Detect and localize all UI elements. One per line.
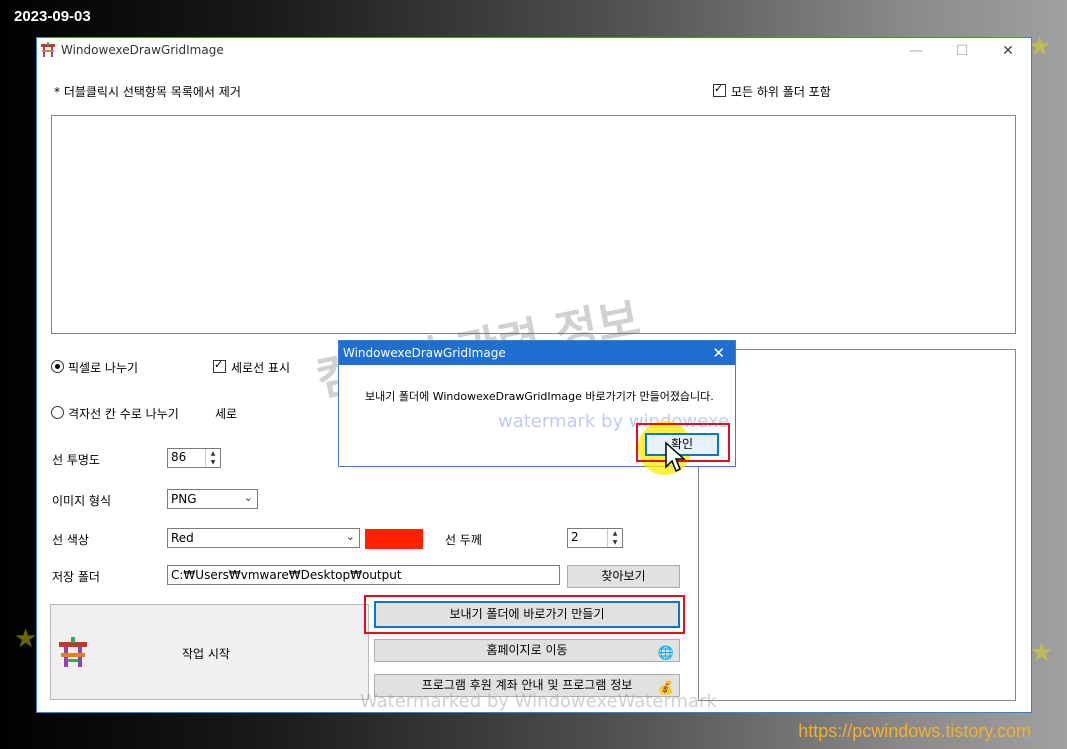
include-subfolders-label: 모든 하위 폴더 포함 — [731, 85, 831, 99]
dialog-title: WindowexeDrawGridImage — [343, 346, 506, 360]
watermark-bottom: Watermarked by WindowexeWatermark — [360, 691, 717, 712]
image-format-value: PNG — [171, 492, 197, 506]
stepper-down-icon[interactable]: ▼ — [206, 458, 220, 467]
save-folder-value: C:₩Users₩vmware₩Desktop₩output — [171, 568, 402, 582]
split-by-grid-radio[interactable] — [51, 406, 64, 419]
stepper-up-icon[interactable]: ▲ — [206, 449, 220, 458]
line-color-value: Red — [171, 531, 194, 545]
blog-url: https://pcwindows.tistory.com — [798, 721, 1031, 741]
line-width-value: 2 — [571, 530, 579, 544]
maximize-button[interactable]: ☐ — [939, 40, 985, 62]
split-by-pixel-label: 픽셀로 나누기 — [68, 361, 139, 375]
program-info-button-label: 프로그램 후원 계좌 안내 및 프로그램 정보 — [421, 678, 633, 692]
chevron-down-icon: ⌄ — [345, 530, 355, 543]
image-preview — [698, 349, 1016, 701]
line-opacity-label: 선 투명도 — [52, 453, 100, 467]
line-opacity-value: 86 — [171, 450, 187, 464]
show-vertical-lines-label: 세로선 표시 — [231, 361, 291, 375]
hint-text: * 더블클릭시 선택항목 목록에서 제거 — [54, 85, 241, 99]
image-format-select[interactable]: PNG ⌄ — [167, 489, 258, 509]
stepper-down-icon[interactable]: ▼ — [608, 538, 622, 547]
homepage-button[interactable]: 홈페이지로 이동 🌐 — [374, 639, 680, 662]
star-decoration: ★ — [14, 624, 38, 654]
vertical-label: 세로 — [215, 407, 238, 421]
save-folder-label: 저장 폴더 — [52, 570, 100, 584]
start-label: 작업 시작 — [182, 647, 230, 661]
star-decoration: ★ — [1030, 638, 1054, 668]
close-icon[interactable]: ✕ — [712, 344, 725, 362]
close-button[interactable]: ✕ — [985, 40, 1031, 62]
mouse-cursor-icon — [665, 441, 686, 473]
date-label: 2023-09-03 — [14, 8, 91, 25]
include-subfolders-checkbox[interactable] — [713, 82, 726, 97]
split-by-grid-label: 격자선 칸 수로 나누기 — [68, 407, 179, 421]
minimize-button[interactable]: — — [893, 40, 939, 62]
image-format-label: 이미지 형식 — [52, 494, 112, 508]
line-opacity-stepper[interactable]: 86 ▲ ▼ — [167, 448, 221, 468]
stepper-up-icon[interactable]: ▲ — [608, 529, 622, 538]
show-vertical-lines-checkbox[interactable] — [213, 358, 226, 373]
chevron-down-icon: ⌄ — [243, 491, 253, 504]
line-width-stepper[interactable]: 2 ▲ ▼ — [567, 528, 623, 548]
dialog-message: 보내기 폴더에 WindowexeDrawGridImage 바로가기가 만들어… — [365, 390, 714, 403]
line-width-label: 선 두께 — [445, 533, 482, 547]
split-by-pixel-radio[interactable] — [51, 360, 64, 373]
create-shortcut-button[interactable]: 보내기 폴더에 바로가기 만들기 — [374, 601, 680, 628]
line-color-select[interactable]: Red ⌄ — [167, 528, 360, 548]
save-folder-input[interactable]: C:₩Users₩vmware₩Desktop₩output — [167, 565, 560, 585]
browse-button[interactable]: 찾아보기 — [567, 565, 680, 588]
window-title: WindowexeDrawGridImage — [61, 43, 224, 57]
line-color-label: 선 색상 — [52, 533, 89, 547]
dialog-title-bar[interactable]: WindowexeDrawGridImage ✕ — [339, 341, 735, 365]
app-icon — [41, 42, 55, 57]
line-color-swatch[interactable] — [365, 529, 423, 549]
title-bar[interactable]: WindowexeDrawGridImage — ☐ ✕ — [37, 38, 1031, 63]
globe-icon: 🌐 — [657, 646, 674, 661]
app-logo-icon — [59, 637, 87, 667]
start-panel[interactable]: 작업 시작 — [50, 604, 369, 700]
homepage-button-label: 홈페이지로 이동 — [486, 643, 568, 657]
